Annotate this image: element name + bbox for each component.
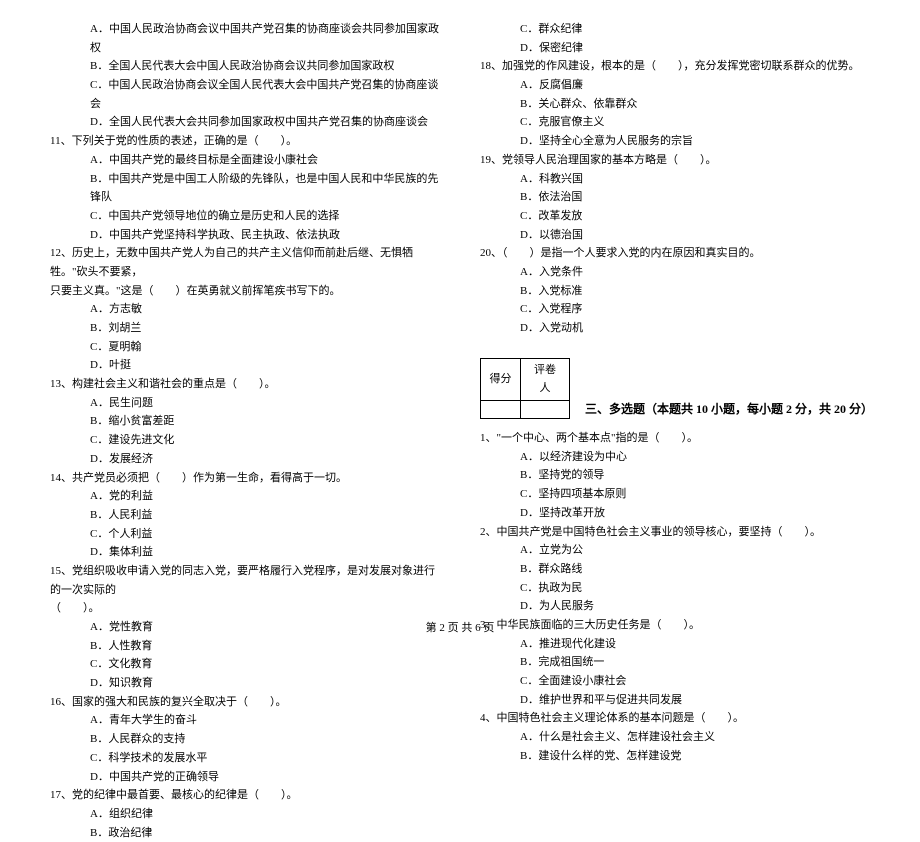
q12-option-b: B．刘胡兰 [50, 319, 440, 338]
q14-option-b: B．人民利益 [50, 506, 440, 525]
q11-option-b: B．中国共产党是中国工人阶级的先锋队，也是中国人民和中华民族的先锋队 [50, 170, 440, 207]
q19-option-b: B．依法治国 [480, 188, 870, 207]
q17-option-c: C．群众纪律 [480, 20, 870, 39]
q10-option-c: C．中国人民政治协商会议全国人民代表大会中国共产党召集的协商座谈会 [50, 76, 440, 113]
q18-text: 18、加强党的作风建设，根本的是（ ），充分发挥党密切联系群众的优势。 [480, 57, 870, 76]
q10-option-a: A．中国人民政治协商会议中国共产党召集的协商座谈会共同参加国家政权 [50, 20, 440, 57]
m4-option-a: A．什么是社会主义、怎样建设社会主义 [480, 728, 870, 747]
q16-option-c: C．科学技术的发展水平 [50, 749, 440, 768]
q11-text: 11、下列关于党的性质的表述，正确的是（ ）。 [50, 132, 440, 151]
q18-option-a: A．反腐倡廉 [480, 76, 870, 95]
q14-option-a: A．党的利益 [50, 487, 440, 506]
q14-text: 14、共产党员必须把（ ）作为第一生命，看得高于一切。 [50, 469, 440, 488]
q12-option-c: C．夏明翰 [50, 338, 440, 357]
q17-option-a: A．组织纪律 [50, 805, 440, 824]
m2-option-d: D．为人民服务 [480, 597, 870, 616]
m1-option-c: C．坚持四项基本原则 [480, 485, 870, 504]
q13-option-b: B．缩小贫富差距 [50, 412, 440, 431]
q18-option-d: D．坚持全心全意为人民服务的宗旨 [480, 132, 870, 151]
q16-text: 16、国家的强大和民族的复兴全取决于（ ）。 [50, 693, 440, 712]
q10-option-d: D．全国人民代表大会共同参加国家政权中国共产党召集的协商座谈会 [50, 113, 440, 132]
q13-option-d: D．发展经济 [50, 450, 440, 469]
page-footer: 第 2 页 共 6 页 [0, 619, 920, 638]
score-header-2: 评卷人 [521, 358, 570, 400]
q15-option-d: D．知识教育 [50, 674, 440, 693]
q16-option-a: A．青年大学生的奋斗 [50, 711, 440, 730]
score-header-1: 得分 [481, 358, 521, 400]
m2-option-c: C．执政为民 [480, 579, 870, 598]
m4-text: 4、中国特色社会主义理论体系的基本问题是（ ）。 [480, 709, 870, 728]
q18-option-b: B．关心群众、依靠群众 [480, 95, 870, 114]
q13-text: 13、构建社会主义和谐社会的重点是（ ）。 [50, 375, 440, 394]
q19-option-a: A．科教兴国 [480, 170, 870, 189]
q15-option-c: C．文化教育 [50, 655, 440, 674]
q12-option-a: A．方志敏 [50, 300, 440, 319]
q20-text: 20、（ ）是指一个人要求入党的内在原因和真实目的。 [480, 244, 870, 263]
q17-option-d: D．保密纪律 [480, 39, 870, 58]
q11-option-d: D．中国共产党坚持科学执政、民主执政、依法执政 [50, 226, 440, 245]
q18-option-c: C．克服官僚主义 [480, 113, 870, 132]
q20-option-b: B．入党标准 [480, 282, 870, 301]
m4-option-b: B．建设什么样的党、怎样建设党 [480, 747, 870, 766]
q10-option-b: B．全国人民代表大会中国人民政治协商会议共同参加国家政权 [50, 57, 440, 76]
m1-text: 1、"一个中心、两个基本点"指的是（ ）。 [480, 429, 870, 448]
m3-option-b: B．完成祖国统一 [480, 653, 870, 672]
q12-text-line1: 12、历史上，无数中国共产党人为自己的共产主义信仰而前赴后继、无惧牺牲。"砍头不… [50, 244, 440, 281]
section-3-title: 三、多选题（本题共 10 小题，每小题 2 分，共 20 分） [585, 399, 870, 419]
q19-text: 19、党领导人民治理国家的基本方略是（ ）。 [480, 151, 870, 170]
m1-option-a: A．以经济建设为中心 [480, 448, 870, 467]
score-cell-1 [481, 401, 521, 419]
q20-option-a: A．入党条件 [480, 263, 870, 282]
q15-text-line1: 15、党组织吸收申请入党的同志入党，要严格履行入党程序，是对发展对象进行的一次实… [50, 562, 440, 599]
q17-text: 17、党的纪律中最首要、最核心的纪律是（ ）。 [50, 786, 440, 805]
q20-option-d: D．入党动机 [480, 319, 870, 338]
score-cell-2 [521, 401, 570, 419]
q14-option-c: C．个人利益 [50, 525, 440, 544]
q20-option-c: C．入党程序 [480, 300, 870, 319]
q15-option-b: B．人性教育 [50, 637, 440, 656]
left-column: A．中国人民政治协商会议中国共产党召集的协商座谈会共同参加国家政权 B．全国人民… [50, 20, 440, 630]
q19-option-d: D．以德治国 [480, 226, 870, 245]
q11-option-c: C．中国共产党领导地位的确立是历史和人民的选择 [50, 207, 440, 226]
m3-option-c: C．全面建设小康社会 [480, 672, 870, 691]
m3-option-d: D．维护世界和平与促进共同发展 [480, 691, 870, 710]
m2-option-a: A．立党为公 [480, 541, 870, 560]
section-3-header: 得分 评卷人 三、多选题（本题共 10 小题，每小题 2 分，共 20 分） [480, 358, 870, 419]
q17-option-b: B．政治纪律 [50, 824, 440, 842]
q16-option-d: D．中国共产党的正确领导 [50, 768, 440, 787]
q13-option-a: A．民生问题 [50, 394, 440, 413]
m2-option-b: B．群众路线 [480, 560, 870, 579]
m1-option-b: B．坚持党的领导 [480, 466, 870, 485]
m2-text: 2、中国共产党是中国特色社会主义事业的领导核心，要坚持（ ）。 [480, 523, 870, 542]
score-box: 得分 评卷人 [480, 358, 570, 419]
right-column: C．群众纪律 D．保密纪律 18、加强党的作风建设，根本的是（ ），充分发挥党密… [480, 20, 870, 630]
q16-option-b: B．人民群众的支持 [50, 730, 440, 749]
q12-text-line2: 只要主义真。"这是（ ）在英勇就义前挥笔疾书写下的。 [50, 282, 440, 301]
q19-option-c: C．改革发放 [480, 207, 870, 226]
m1-option-d: D．坚持改革开放 [480, 504, 870, 523]
q12-option-d: D．叶挺 [50, 356, 440, 375]
q14-option-d: D．集体利益 [50, 543, 440, 562]
q11-option-a: A．中国共产党的最终目标是全面建设小康社会 [50, 151, 440, 170]
q15-text-line2: （ ）。 [50, 599, 440, 618]
q13-option-c: C．建设先进文化 [50, 431, 440, 450]
